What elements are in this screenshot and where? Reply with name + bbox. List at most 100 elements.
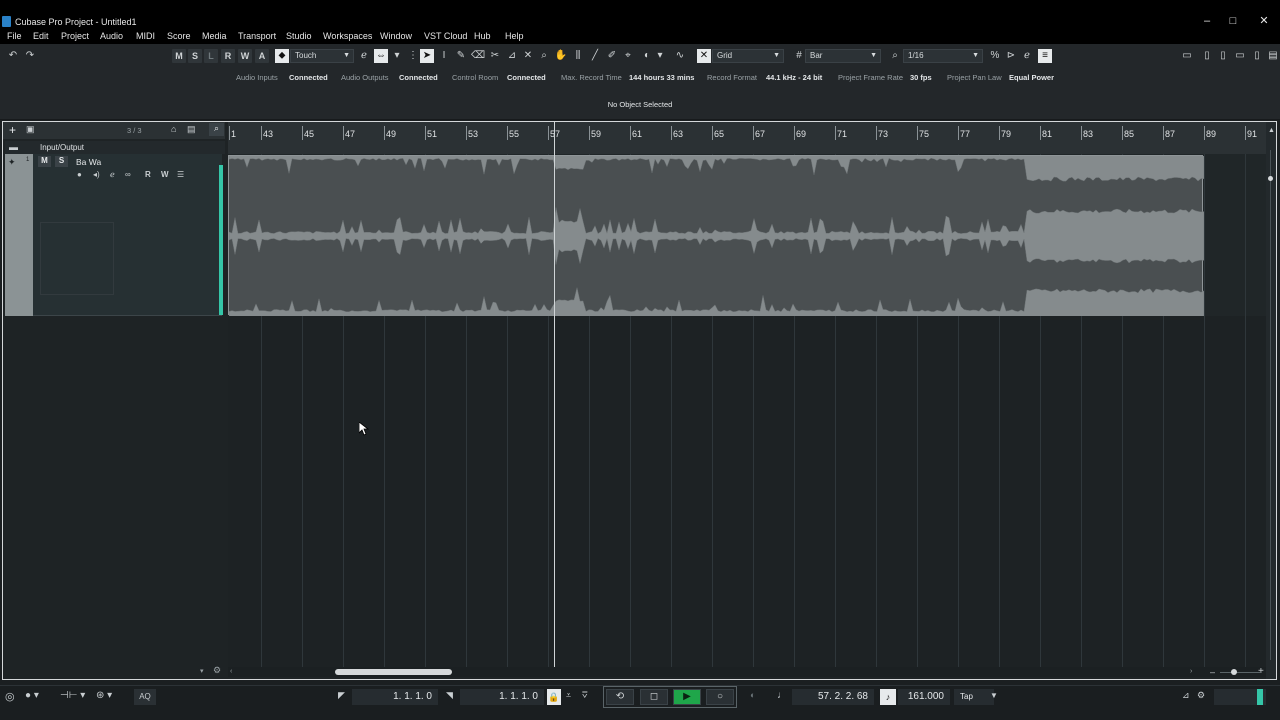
vertical-zoom-track[interactable] bbox=[1270, 150, 1271, 660]
metronome-icon[interactable]: ♪ bbox=[880, 689, 896, 705]
record-enable-icon[interactable]: ● bbox=[77, 170, 82, 179]
menu-vst-cloud[interactable]: VST Cloud bbox=[424, 31, 467, 41]
status-value-control-room[interactable]: Connected bbox=[507, 73, 546, 82]
status-value-max-record-time[interactable]: 144 hours 33 mins bbox=[629, 73, 694, 82]
snap-toggle-icon[interactable]: ✕ bbox=[697, 49, 711, 63]
left-locator-icon[interactable]: ◤ bbox=[338, 690, 345, 701]
minimize-button[interactable]: – bbox=[1196, 14, 1218, 28]
autoscroll-icon[interactable]: ⇔ bbox=[374, 49, 388, 63]
menu-window[interactable]: Window bbox=[380, 31, 412, 41]
redo-icon[interactable]: ↷ bbox=[23, 49, 37, 63]
cycle-record-icon[interactable]: ⊛ ▾ bbox=[96, 690, 112, 701]
menu-help[interactable]: Help bbox=[505, 31, 524, 41]
record-button[interactable]: ○ bbox=[706, 689, 734, 705]
transport-settings-gear-icon[interactable]: ⚙ bbox=[1197, 690, 1205, 701]
draw-tool-icon[interactable]: ✎ bbox=[454, 49, 468, 63]
timebase-icon[interactable]: ℯ bbox=[110, 170, 115, 179]
tap-tempo-button[interactable]: Tap bbox=[954, 689, 994, 705]
cursor-mode-chevron-icon[interactable]: ▾ bbox=[655, 49, 665, 63]
autoscroll-chevron-icon[interactable]: ▾ bbox=[392, 49, 402, 63]
quantize-percent-icon[interactable]: % bbox=[988, 49, 1002, 63]
position-display[interactable]: 57. 2. 2. 68 bbox=[792, 689, 874, 705]
mute-all-button[interactable]: M bbox=[172, 49, 186, 63]
line-tool-icon[interactable]: ╱ bbox=[588, 49, 602, 63]
scroll-left-icon[interactable]: ‹ bbox=[230, 668, 232, 675]
close-button[interactable]: ✕ bbox=[1253, 14, 1275, 28]
snap-type-dropdown[interactable]: Grid ▼ bbox=[712, 49, 784, 63]
right-locator-icon[interactable]: ◥ bbox=[446, 690, 453, 701]
glue-tool-icon[interactable]: ⊿ bbox=[505, 49, 519, 63]
search-icon[interactable]: ⌕ bbox=[209, 123, 224, 136]
menu-hub[interactable]: Hub bbox=[474, 31, 491, 41]
track-solo-button[interactable]: S bbox=[55, 156, 68, 167]
tap-chevron-down-icon[interactable]: ▼ bbox=[990, 691, 998, 700]
cycle-button[interactable]: ⟲ bbox=[606, 689, 634, 705]
inspector-icon[interactable]: ▯ bbox=[1216, 49, 1230, 63]
left-locator-field[interactable]: 1. 1. 1. 0 bbox=[352, 689, 438, 705]
automation-mode-dropdown[interactable]: Touch ▼ bbox=[290, 49, 354, 63]
solo-all-button[interactable]: S bbox=[188, 49, 202, 63]
more-tools-icon[interactable]: ⋮ bbox=[406, 49, 420, 63]
cursor-mode-icon[interactable]: ◐ bbox=[640, 49, 654, 63]
menu-score[interactable]: Score bbox=[167, 31, 191, 41]
menu-media[interactable]: Media bbox=[202, 31, 227, 41]
auto-quantize-button[interactable]: AQ bbox=[134, 689, 156, 705]
vertical-scrollbar[interactable] bbox=[1266, 122, 1276, 679]
menu-audio[interactable]: Audio bbox=[100, 31, 123, 41]
grid-type-dropdown[interactable]: Bar ▼ bbox=[805, 49, 881, 63]
vertical-zoom-thumb[interactable] bbox=[1268, 176, 1273, 181]
lock-icon[interactable]: 🔒 bbox=[547, 689, 561, 705]
listen-all-button[interactable]: L bbox=[204, 49, 218, 63]
zoom-slider[interactable] bbox=[1220, 672, 1260, 673]
scroll-right-icon[interactable]: › bbox=[1190, 668, 1192, 675]
range-selection-tool-icon[interactable]: I bbox=[437, 49, 451, 63]
quantize-preset-dropdown[interactable]: 1/16 ▼ bbox=[903, 49, 983, 63]
quantize-panel-icon[interactable]: ≡ bbox=[1038, 49, 1052, 63]
add-track-icon[interactable]: + bbox=[9, 123, 16, 137]
left-zone-icon[interactable]: ▯ bbox=[1200, 49, 1214, 63]
record-mode-icon[interactable]: ● ▾ bbox=[25, 690, 39, 701]
audio-event[interactable] bbox=[228, 130, 1205, 341]
punch-mode-icon[interactable]: ⊣⊢ ▾ bbox=[60, 690, 85, 701]
status-value-audio-outputs[interactable]: Connected bbox=[399, 73, 438, 82]
menu-edit[interactable]: Edit bbox=[33, 31, 49, 41]
punch-out-icon[interactable]: ⩢ bbox=[582, 690, 587, 701]
erase-tool-icon[interactable]: ⌫ bbox=[471, 49, 485, 63]
color-tool-icon[interactable]: ⌖ bbox=[621, 49, 635, 63]
timewarp-tool-icon[interactable]: ⫼ bbox=[571, 49, 585, 63]
vscroll-up-icon[interactable]: ▲ bbox=[1268, 127, 1275, 134]
settings-gear-icon[interactable]: ⚙ bbox=[213, 665, 221, 676]
status-value-frame-rate[interactable]: 30 fps bbox=[910, 73, 932, 82]
activity-icon[interactable]: ◎ bbox=[5, 690, 15, 703]
zoom-slider-thumb[interactable] bbox=[1231, 669, 1237, 675]
quantize-reset-icon[interactable]: ℯ bbox=[1020, 49, 1034, 63]
menu-workspaces[interactable]: Workspaces bbox=[323, 31, 372, 41]
menu-file[interactable]: File bbox=[7, 31, 22, 41]
status-value-record-format[interactable]: 44.1 kHz - 24 bit bbox=[766, 73, 822, 82]
maximize-button[interactable]: □ bbox=[1222, 14, 1244, 28]
menu-studio[interactable]: Studio bbox=[286, 31, 312, 41]
automation-mode-icon[interactable]: ⬥ bbox=[275, 49, 289, 63]
menu-project[interactable]: Project bbox=[61, 31, 89, 41]
status-value-pan-law[interactable]: Equal Power bbox=[1009, 73, 1054, 82]
lower-zone-icon[interactable]: ▭ bbox=[1233, 49, 1247, 63]
add-track-preset-icon[interactable]: ▣ bbox=[26, 124, 35, 135]
mute-tool-icon[interactable]: ✕ bbox=[521, 49, 535, 63]
track-mute-button[interactable]: M bbox=[38, 156, 51, 167]
comp-tool-icon[interactable]: ✐ bbox=[605, 49, 619, 63]
horizontal-scroll-thumb[interactable] bbox=[335, 669, 452, 675]
read-all-button[interactable]: R bbox=[221, 49, 235, 63]
zoom-tool-icon[interactable]: ⌕ bbox=[537, 49, 551, 63]
write-automation-button[interactable]: W bbox=[161, 170, 169, 179]
status-value-audio-inputs[interactable]: Connected bbox=[289, 73, 328, 82]
monitor-icon[interactable]: ◂) bbox=[93, 170, 100, 179]
track-list-menu-icon[interactable]: ▤ bbox=[187, 124, 196, 135]
edit-channel-icon[interactable]: ☰ bbox=[177, 170, 184, 179]
project-cursor[interactable] bbox=[554, 122, 555, 668]
folder-track-row[interactable]: ▬ Input/Output bbox=[5, 141, 225, 154]
track-name[interactable]: Ba Wa bbox=[76, 157, 101, 167]
punch-in-icon[interactable]: ⩡ bbox=[566, 690, 571, 701]
play-button[interactable]: ▶ bbox=[673, 689, 701, 705]
stop-button[interactable]: ◻ bbox=[640, 689, 668, 705]
metronome-prev-icon[interactable]: ◐ bbox=[750, 690, 755, 700]
